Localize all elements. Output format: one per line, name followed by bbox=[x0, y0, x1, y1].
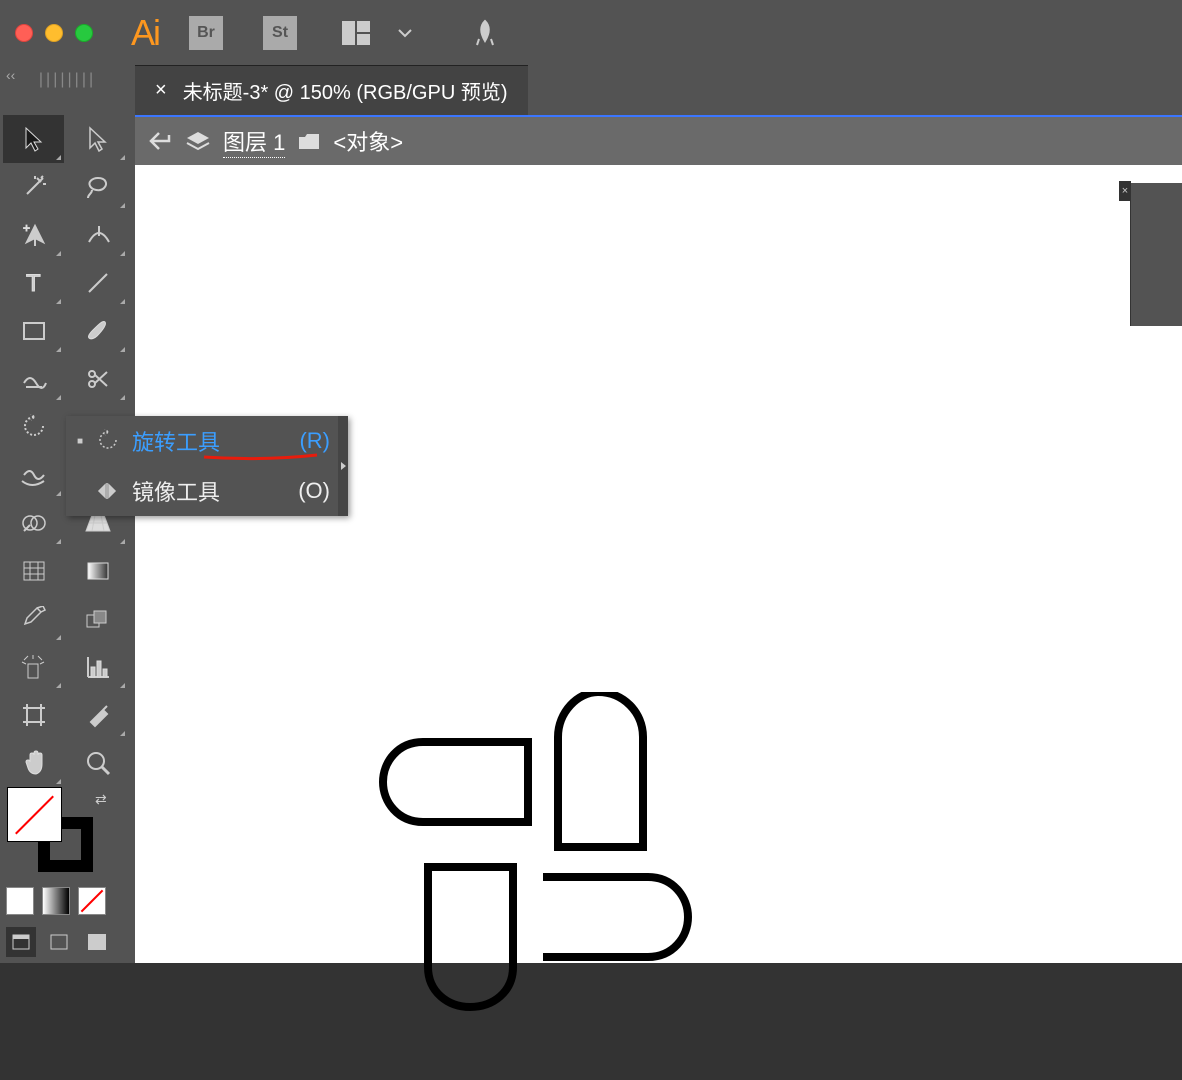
layer-name[interactable]: 图层 1 bbox=[223, 125, 285, 158]
rotate-tool[interactable] bbox=[3, 403, 64, 451]
layers-icon[interactable] bbox=[185, 129, 211, 153]
screen-mode-row bbox=[0, 921, 135, 963]
panel-close-icon[interactable]: × bbox=[1119, 181, 1131, 201]
close-window[interactable] bbox=[15, 24, 33, 42]
minimize-window[interactable] bbox=[45, 24, 63, 42]
folder-icon bbox=[297, 131, 321, 151]
shape-builder-tool[interactable] bbox=[3, 499, 64, 547]
none-mode[interactable] bbox=[78, 887, 106, 915]
swap-fill-stroke[interactable]: ⇄ bbox=[95, 791, 107, 808]
warp-tool[interactable] bbox=[3, 451, 64, 499]
stock-button[interactable]: St bbox=[263, 16, 297, 50]
shaper-tool[interactable] bbox=[3, 355, 64, 403]
rotate-icon bbox=[94, 429, 122, 453]
selection-tool[interactable] bbox=[3, 115, 64, 163]
magic-wand-tool[interactable] bbox=[3, 163, 64, 211]
tools-panel-header[interactable]: ‹‹ |||||||| bbox=[0, 65, 135, 105]
gradient-mode[interactable] bbox=[42, 887, 70, 915]
lasso-tool[interactable] bbox=[67, 163, 128, 211]
canvas[interactable] bbox=[135, 165, 1182, 963]
full-screen-mode[interactable] bbox=[44, 927, 74, 957]
svg-text:T: T bbox=[26, 271, 41, 295]
breadcrumb-bar: 图层 1 <对象> bbox=[135, 115, 1182, 165]
svg-text:+: + bbox=[23, 222, 30, 235]
flyout-reflect-tool[interactable]: 镜像工具 (O) bbox=[66, 466, 348, 516]
artboard-tool[interactable] bbox=[3, 691, 64, 739]
object-label: <对象> bbox=[333, 125, 403, 157]
reflect-icon bbox=[94, 479, 122, 503]
gpu-rocket-icon[interactable] bbox=[465, 13, 505, 53]
slice-tool[interactable] bbox=[67, 691, 128, 739]
symbol-sprayer-tool[interactable] bbox=[3, 643, 64, 691]
curvature-tool[interactable] bbox=[67, 211, 128, 259]
presentation-mode[interactable] bbox=[82, 927, 112, 957]
blend-tool[interactable] bbox=[67, 595, 128, 643]
normal-screen-mode[interactable] bbox=[6, 927, 36, 957]
artwork-shape bbox=[378, 692, 698, 1017]
right-panel-collapsed[interactable]: × bbox=[1130, 183, 1182, 326]
flyout-tearoff-handle[interactable] bbox=[338, 416, 348, 516]
color-mode[interactable] bbox=[6, 887, 34, 915]
maximize-window[interactable] bbox=[75, 24, 93, 42]
type-tool[interactable]: T bbox=[3, 259, 64, 307]
back-icon[interactable] bbox=[147, 129, 173, 153]
document-tab[interactable]: × 未标题-3* @ 150% (RGB/GPU 预览) bbox=[135, 65, 528, 115]
app-logo: Ai bbox=[131, 12, 159, 54]
column-graph-tool[interactable] bbox=[67, 643, 128, 691]
direct-selection-tool[interactable] bbox=[67, 115, 128, 163]
document-tab-title: 未标题-3* @ 150% (RGB/GPU 预览) bbox=[183, 76, 508, 105]
arrange-dropdown[interactable] bbox=[385, 13, 425, 53]
window-controls bbox=[8, 24, 93, 42]
rotate-tool-flyout: ■ 旋转工具 (R) 镜像工具 (O) bbox=[66, 416, 348, 516]
document-tabs: × 未标题-3* @ 150% (RGB/GPU 预览) bbox=[135, 65, 1182, 115]
gradient-tool[interactable] bbox=[67, 547, 128, 595]
hand-tool[interactable] bbox=[3, 739, 64, 787]
close-tab-icon[interactable]: × bbox=[155, 79, 167, 102]
fill-swatch[interactable] bbox=[7, 787, 62, 842]
mesh-tool[interactable] bbox=[3, 547, 64, 595]
rectangle-tool[interactable] bbox=[3, 307, 64, 355]
zoom-tool[interactable] bbox=[67, 739, 128, 787]
annotation-underline bbox=[202, 450, 312, 458]
eyedropper-tool[interactable] bbox=[3, 595, 64, 643]
paintbrush-tool[interactable] bbox=[67, 307, 128, 355]
line-tool[interactable] bbox=[67, 259, 128, 307]
color-mode-row bbox=[0, 881, 135, 921]
fill-stroke-indicator[interactable]: ⇄ bbox=[0, 787, 135, 881]
scissors-tool[interactable] bbox=[67, 355, 128, 403]
arrange-documents-button[interactable] bbox=[337, 13, 377, 53]
bridge-button[interactable]: Br bbox=[189, 16, 223, 50]
tools-panel: + T bbox=[0, 105, 135, 963]
app-titlebar: Ai Br St bbox=[0, 0, 1182, 65]
pen-tool[interactable]: + bbox=[3, 211, 64, 259]
